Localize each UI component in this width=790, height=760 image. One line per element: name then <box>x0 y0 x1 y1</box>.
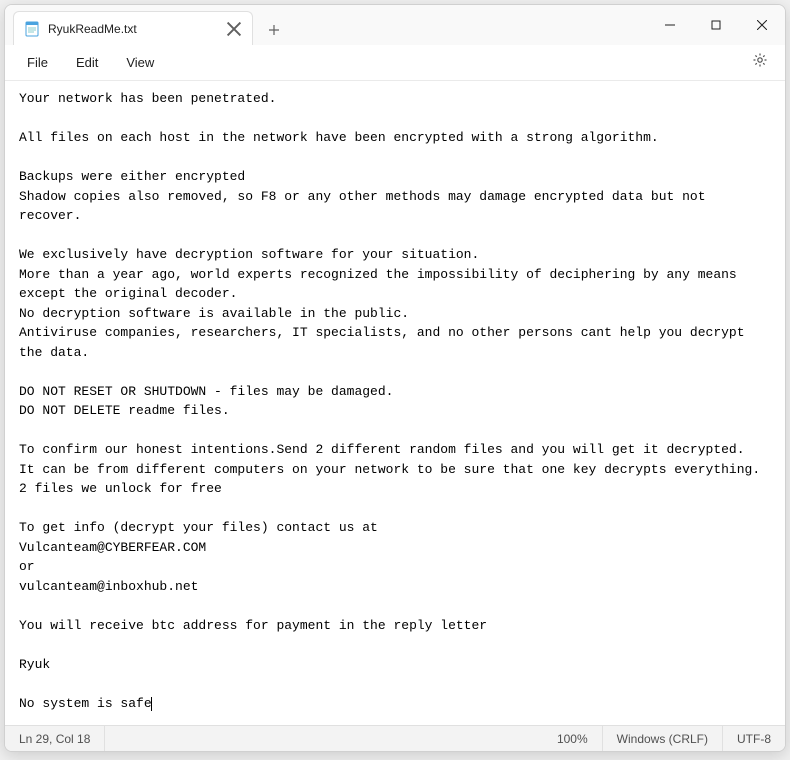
maximize-button[interactable] <box>693 5 739 45</box>
settings-button[interactable] <box>745 48 775 78</box>
menu-file[interactable]: File <box>15 51 60 74</box>
menu-edit[interactable]: Edit <box>64 51 110 74</box>
document-tab[interactable]: RyukReadMe.txt <box>13 11 253 45</box>
gear-icon <box>752 52 768 73</box>
status-line-ending[interactable]: Windows (CRLF) <box>603 726 723 751</box>
document-text[interactable]: Your network has been penetrated. All fi… <box>19 89 771 713</box>
text-caret <box>151 697 152 711</box>
status-encoding[interactable]: UTF-8 <box>723 726 785 751</box>
minimize-button[interactable] <box>647 5 693 45</box>
status-position[interactable]: Ln 29, Col 18 <box>5 726 105 751</box>
close-button[interactable] <box>739 5 785 45</box>
titlebar[interactable]: RyukReadMe.txt <box>5 5 785 45</box>
tab-area: RyukReadMe.txt <box>5 5 647 45</box>
editor-area[interactable]: Your network has been penetrated. All fi… <box>5 81 785 725</box>
tab-close-button[interactable] <box>226 21 242 37</box>
new-tab-button[interactable] <box>259 15 289 45</box>
menu-view[interactable]: View <box>114 51 166 74</box>
menubar: File Edit View <box>5 45 785 81</box>
statusbar: Ln 29, Col 18 100% Windows (CRLF) UTF-8 <box>5 725 785 751</box>
tab-title: RyukReadMe.txt <box>48 22 218 36</box>
window-controls <box>647 5 785 45</box>
notepad-icon <box>24 21 40 37</box>
status-zoom[interactable]: 100% <box>543 726 603 751</box>
notepad-window: RyukReadMe.txt File Edit View <box>4 4 786 752</box>
